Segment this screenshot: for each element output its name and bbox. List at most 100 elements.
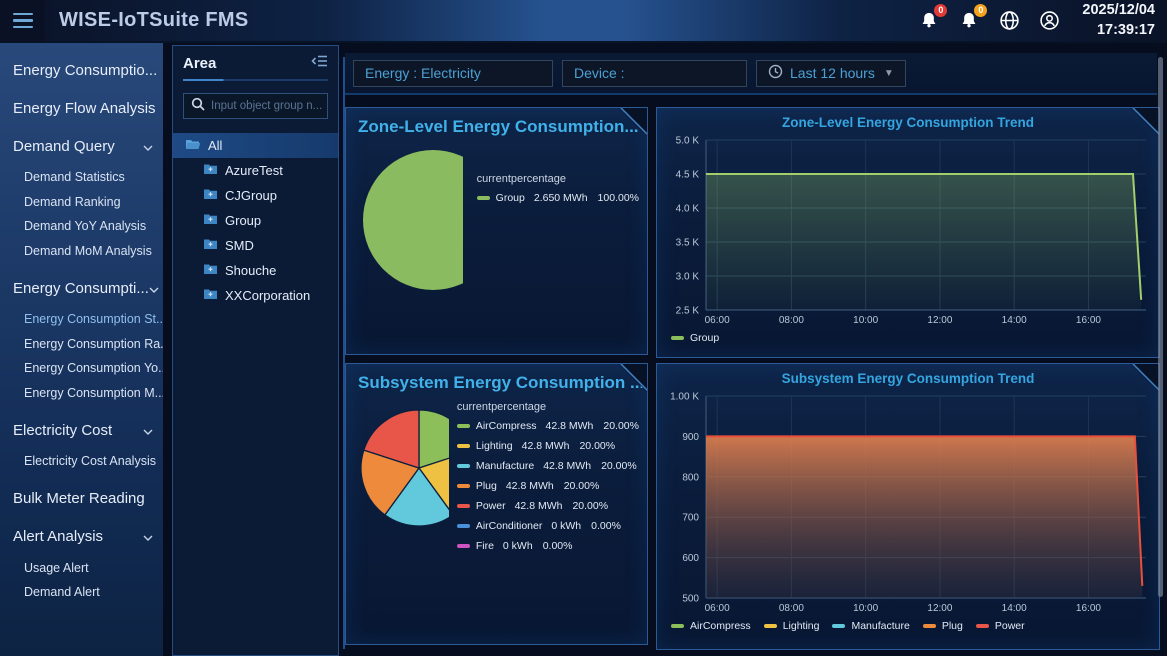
legend-marker [671, 336, 684, 340]
tree-node-group[interactable]: Group [173, 208, 338, 233]
legend-marker [923, 624, 936, 628]
tree-node-azuretest[interactable]: AzureTest [173, 158, 338, 183]
legend-item-group[interactable]: Group 2.650 MWh 100.00% [477, 192, 639, 204]
sidebar-item-demand-yoy[interactable]: Demand YoY Analysis [0, 214, 163, 239]
open-folder-icon [185, 138, 201, 154]
area-tree: All AzureTest CJGroup Group SMD Shouche … [173, 133, 338, 308]
legend-header: currentpercentage [457, 401, 639, 413]
sidebar-item-energy-consumption-ranking[interactable]: Energy Consumption Ra... [0, 332, 163, 357]
device-filter[interactable]: Device : [562, 60, 747, 87]
sidebar-item-energy-consumption[interactable]: Energy Consumptio... [0, 51, 163, 89]
sidebar-item-electricity-cost-analysis[interactable]: Electricity Cost Analysis [0, 449, 163, 474]
topbar-actions: 0 0 2025/12/04 17:39:17 [916, 1, 1167, 40]
sidebar-group-demand-query[interactable]: Demand Query [0, 127, 163, 165]
sidebar-group-energy-consumption[interactable]: Energy Consumpti... [0, 269, 163, 307]
collapse-panel-icon[interactable] [311, 54, 328, 73]
legend-item-manufacture[interactable]: Manufacture 42.8 MWh 20.00% [457, 460, 639, 472]
legend-item-aircompress[interactable]: AirCompress [671, 620, 751, 632]
svg-text:12:00: 12:00 [927, 315, 952, 326]
panel-title: Subsystem Energy Consumption Trend [657, 364, 1159, 388]
legend-marker [457, 424, 470, 428]
hamburger-menu-icon[interactable] [0, 0, 45, 42]
tree-node-all[interactable]: All [173, 133, 338, 158]
svg-text:10:00: 10:00 [853, 603, 878, 614]
search-icon [191, 97, 205, 116]
sidebar-item-usage-alert[interactable]: Usage Alert [0, 556, 163, 581]
legend-item-group[interactable]: Group [671, 332, 719, 344]
svg-text:4.5 K: 4.5 K [676, 170, 700, 181]
datetime-display: 2025/12/04 17:39:17 [1082, 1, 1155, 40]
svg-text:06:00: 06:00 [705, 315, 730, 326]
sidebar-group-alert-analysis[interactable]: Alert Analysis [0, 518, 163, 556]
legend-marker [832, 624, 845, 628]
svg-text:500: 500 [682, 594, 699, 605]
folder-plus-icon [203, 188, 218, 203]
svg-text:12:00: 12:00 [927, 603, 952, 614]
svg-text:06:00: 06:00 [705, 603, 730, 614]
svg-text:3.0 K: 3.0 K [676, 272, 700, 283]
legend-item-power[interactable]: Power 42.8 MWh 20.00% [457, 500, 639, 512]
legend-item-lighting[interactable]: Lighting [764, 620, 820, 632]
area-panel-title: Area [183, 55, 216, 72]
legend-header: currentpercentage [477, 173, 639, 185]
legend-marker [976, 624, 989, 628]
top-bar: WISE-IoTSuite FMS 0 0 2025/12/04 17:39:1… [0, 0, 1167, 43]
legend-item-plug[interactable]: Plug [923, 620, 963, 632]
sidebar-item-energy-consumption-yoy[interactable]: Energy Consumption Yo... [0, 356, 163, 381]
panel-title: Subsystem Energy Consumption ... [346, 364, 647, 397]
sidebar-nav: Energy Consumptio... Energy Flow Analysi… [0, 43, 163, 656]
notification-bell-icon[interactable]: 0 [956, 8, 982, 34]
object-group-search[interactable] [183, 93, 328, 119]
legend-item-lighting[interactable]: Lighting 42.8 MWh 20.00% [457, 440, 639, 452]
clock-icon [768, 64, 783, 82]
tree-node-shouche[interactable]: Shouche [173, 258, 338, 283]
sidebar-item-demand-mom[interactable]: Demand MoM Analysis [0, 239, 163, 264]
svg-text:5.0 K: 5.0 K [676, 136, 700, 147]
chevron-down-icon [143, 528, 153, 545]
sidebar-item-energy-consumption-mom[interactable]: Energy Consumption M... [0, 381, 163, 406]
svg-text:08:00: 08:00 [779, 603, 804, 614]
vertical-scrollbar-thumb[interactable] [1158, 57, 1163, 597]
legend-item-fire[interactable]: Fire 0 kWh 0.00% [457, 540, 639, 552]
panel-title: Zone-Level Energy Consumption Trend [657, 108, 1159, 132]
zone-trend-chart: 2.5 K3.0 K3.5 K4.0 K4.5 K5.0 K06:0008:00… [660, 132, 1156, 330]
energy-filter[interactable]: Energy : Electricity [353, 60, 553, 87]
legend-item-manufacture[interactable]: Manufacture [832, 620, 909, 632]
zone-energy-consumption-panel: Zone-Level Energy Consumption... current… [345, 107, 648, 355]
sidebar-item-demand-statistics[interactable]: Demand Statistics [0, 165, 163, 190]
dropdown-caret-icon: ▼ [884, 68, 894, 79]
filter-bar: Energy : Electricity Device : Last 12 ho… [345, 53, 1157, 95]
tree-node-xxcorporation[interactable]: XXCorporation [173, 283, 338, 308]
folder-plus-icon [203, 213, 218, 228]
sidebar-item-demand-ranking[interactable]: Demand Ranking [0, 190, 163, 215]
subsystem-energy-consumption-panel: Subsystem Energy Consumption ... current… [345, 363, 648, 645]
tree-node-cjgroup[interactable]: CJGroup [173, 183, 338, 208]
alert-bell-icon[interactable]: 0 [916, 8, 942, 34]
sidebar-item-demand-alert[interactable]: Demand Alert [0, 580, 163, 605]
sidebar-item-bulk-meter-reading[interactable]: Bulk Meter Reading [0, 480, 163, 518]
tree-node-smd[interactable]: SMD [173, 233, 338, 258]
app-title: WISE-IoTSuite FMS [59, 9, 249, 32]
legend-item-airconditioner[interactable]: AirConditioner 0 kWh 0.00% [457, 520, 639, 532]
svg-text:900: 900 [682, 432, 699, 443]
svg-text:08:00: 08:00 [779, 315, 804, 326]
search-input[interactable] [211, 100, 326, 112]
legend-marker [457, 464, 470, 468]
legend-marker [457, 544, 470, 548]
sidebar-group-electricity-cost[interactable]: Electricity Cost [0, 411, 163, 449]
svg-text:1.00 K: 1.00 K [670, 392, 699, 403]
svg-text:2.5 K: 2.5 K [676, 306, 700, 317]
legend-item-aircompress[interactable]: AirCompress 42.8 MWh 20.00% [457, 420, 639, 432]
legend-item-power[interactable]: Power [976, 620, 1025, 632]
language-globe-icon[interactable] [996, 8, 1022, 34]
sidebar-item-energy-flow-analysis[interactable]: Energy Flow Analysis [0, 89, 163, 127]
subsystem-pie-chart [356, 405, 449, 531]
legend-item-plug[interactable]: Plug 42.8 MWh 20.00% [457, 480, 639, 492]
svg-text:16:00: 16:00 [1076, 315, 1101, 326]
time-range-dropdown[interactable]: Last 12 hours ▼ [756, 60, 906, 87]
sidebar-item-energy-consumption-statistics[interactable]: Energy Consumption St... [0, 307, 163, 332]
user-account-icon[interactable] [1036, 8, 1062, 34]
legend-marker [457, 444, 470, 448]
svg-text:800: 800 [682, 472, 699, 483]
chevron-down-icon [143, 138, 153, 155]
